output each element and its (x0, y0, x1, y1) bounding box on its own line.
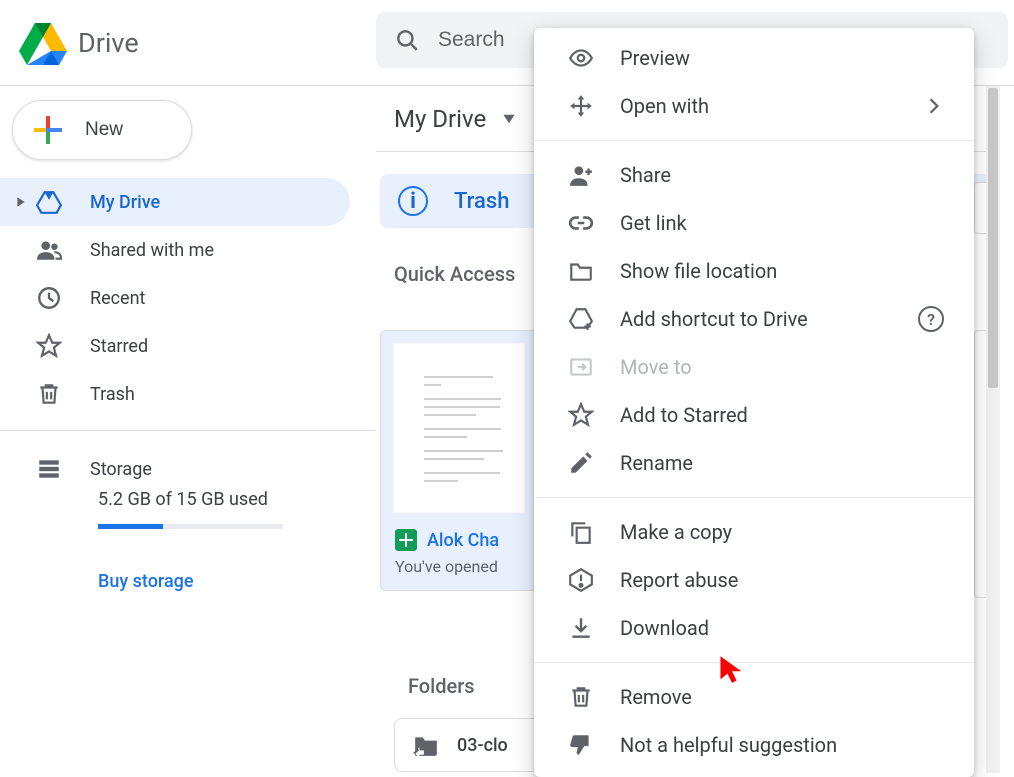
ctx-label: Download (620, 616, 709, 640)
context-menu: Preview Open with Share Get link Show fi… (534, 28, 974, 777)
breadcrumb-label: My Drive (394, 105, 486, 133)
search-icon (394, 27, 420, 53)
nav: My Drive Shared with me Recent (0, 178, 376, 592)
ctx-label: Make a copy (620, 520, 732, 544)
ctx-label: Get link (620, 211, 687, 235)
star-icon (34, 333, 90, 359)
sidebar: New My Drive Shared with me (0, 86, 376, 773)
help-icon[interactable]: ? (918, 306, 944, 332)
storage-bar (98, 524, 283, 529)
card-peek (974, 182, 986, 234)
ctx-label: Not a helpful suggestion (620, 733, 837, 757)
alert-icon (568, 567, 620, 593)
sidebar-item-label: Shared with me (90, 240, 214, 261)
chevron-down-icon[interactable] (502, 112, 516, 126)
move-to-icon (568, 354, 620, 380)
storage-icon (34, 456, 90, 482)
ctx-move-to: Move to (534, 343, 974, 391)
card-peek (974, 330, 986, 598)
banner-text: Trash (454, 189, 509, 214)
ctx-show-location[interactable]: Show file location (534, 247, 974, 295)
ctx-divider (534, 497, 974, 498)
sidebar-item-shared[interactable]: Shared with me (0, 226, 350, 274)
ctx-get-link[interactable]: Get link (534, 199, 974, 247)
ctx-label: Open with (620, 94, 709, 118)
info-icon: i (398, 186, 428, 216)
ctx-label: Preview (620, 46, 690, 70)
thumb-down-icon (568, 732, 620, 758)
cursor-pointer-icon (718, 654, 746, 684)
ctx-label: Move to (620, 355, 692, 379)
storage-usage-text: 5.2 GB of 15 GB used (0, 489, 376, 510)
ctx-label: Show file location (620, 259, 777, 283)
person-add-icon (568, 162, 620, 188)
folders-heading: Folders (408, 674, 475, 698)
sidebar-item-label: My Drive (90, 192, 160, 213)
trash-icon (34, 381, 90, 407)
ctx-label: Add shortcut to Drive (620, 307, 808, 331)
folder-chip-label: 03-clo (457, 735, 508, 756)
drive-add-icon (568, 306, 620, 332)
sidebar-item-storage[interactable]: Storage (0, 445, 350, 493)
sheets-icon (395, 529, 417, 551)
sidebar-item-label: Trash (90, 384, 135, 405)
plus-icon (31, 113, 65, 147)
eye-icon (568, 45, 620, 71)
sidebar-item-my-drive[interactable]: My Drive (0, 178, 350, 226)
qa-card-subtitle: You've opened (381, 557, 537, 590)
buy-storage-link[interactable]: Buy storage (0, 571, 376, 592)
file-thumbnail (393, 343, 525, 513)
pencil-icon (568, 450, 620, 476)
ctx-make-copy[interactable]: Make a copy (534, 508, 974, 556)
ctx-preview[interactable]: Preview (534, 34, 974, 82)
storage-fill (98, 524, 163, 529)
recent-icon (34, 285, 90, 311)
ctx-label: Share (620, 163, 671, 187)
star-icon (568, 402, 620, 428)
shared-icon (34, 237, 90, 263)
sidebar-item-trash[interactable]: Trash (0, 370, 350, 418)
sidebar-item-label: Recent (90, 288, 145, 309)
scrollbar[interactable] (986, 86, 1000, 773)
sidebar-item-label: Storage (90, 459, 152, 480)
ctx-share[interactable]: Share (534, 151, 974, 199)
ctx-add-starred[interactable]: Add to Starred (534, 391, 974, 439)
ctx-add-shortcut[interactable]: Add shortcut to Drive ? (534, 295, 974, 343)
drive-logo-icon (18, 21, 68, 65)
ctx-download[interactable]: Download (534, 604, 974, 652)
link-icon (568, 210, 620, 236)
ctx-label: Add to Starred (620, 403, 748, 427)
new-button[interactable]: New (12, 100, 192, 160)
scroll-thumb[interactable] (988, 88, 998, 388)
chevron-right-icon (928, 97, 940, 115)
download-icon (568, 615, 620, 641)
sidebar-item-label: Starred (90, 336, 148, 357)
ctx-open-with[interactable]: Open with (534, 82, 974, 130)
ctx-remove[interactable]: Remove (534, 673, 974, 721)
my-drive-icon (34, 189, 90, 215)
ctx-divider (534, 662, 974, 663)
copy-icon (568, 519, 620, 545)
qa-card-title: Alok Cha (427, 530, 499, 551)
quick-access-card[interactable]: Alok Cha You've opened (380, 330, 538, 591)
expand-caret-icon[interactable] (8, 196, 34, 208)
app-name: Drive (78, 27, 139, 59)
ctx-label: Remove (620, 685, 692, 709)
ctx-rename[interactable]: Rename (534, 439, 974, 487)
trash-icon (568, 684, 620, 710)
move-arrows-icon (568, 93, 620, 119)
folder-shortcut-icon (413, 734, 439, 756)
folder-icon (568, 258, 620, 284)
new-button-label: New (85, 119, 123, 141)
ctx-label: Report abuse (620, 568, 738, 592)
sidebar-item-recent[interactable]: Recent (0, 274, 350, 322)
logo-block[interactable]: Drive (18, 21, 376, 65)
ctx-label: Rename (620, 451, 693, 475)
ctx-divider (534, 140, 974, 141)
folder-chip[interactable]: 03-clo (394, 718, 554, 772)
ctx-not-helpful[interactable]: Not a helpful suggestion (534, 721, 974, 769)
sidebar-divider (0, 430, 376, 431)
ctx-report-abuse[interactable]: Report abuse (534, 556, 974, 604)
sidebar-item-starred[interactable]: Starred (0, 322, 350, 370)
